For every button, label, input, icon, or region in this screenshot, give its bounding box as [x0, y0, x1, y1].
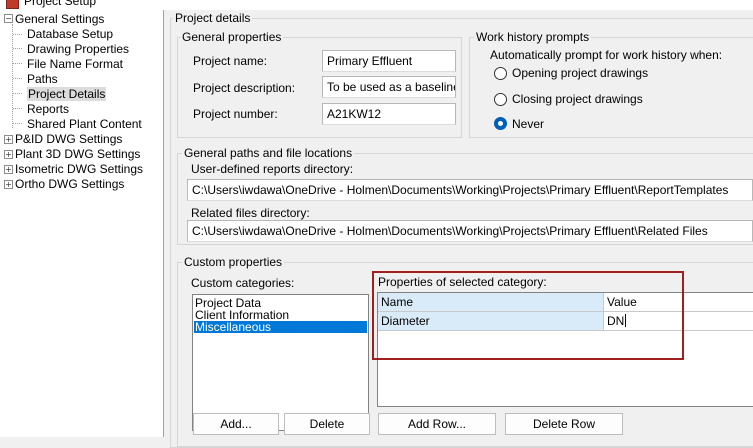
related-files-input[interactable]: C:\Users\iwdawa\OneDrive - Holmen\Docume… — [187, 220, 753, 242]
tree-guide-line — [13, 34, 22, 35]
radio-closing-drawings[interactable] — [494, 93, 507, 106]
tree-item-drawing-properties[interactable]: Drawing Properties — [27, 42, 129, 56]
custom-categories-list[interactable]: Project Data Client Information Miscella… — [192, 294, 369, 431]
collapse-icon[interactable]: − — [4, 14, 13, 23]
add-row-button[interactable]: Add Row... — [378, 413, 496, 435]
radio-opening-drawings-label[interactable]: Opening project drawings — [512, 66, 648, 80]
tree-guide-line — [13, 108, 22, 109]
reports-directory-input[interactable]: C:\Users\iwdawa\OneDrive - Holmen\Docume… — [187, 179, 753, 201]
tree-guide-line — [13, 78, 22, 79]
project-details-title: Project details — [173, 11, 253, 25]
work-history-prompt-label: Automatically prompt for work history wh… — [490, 48, 723, 62]
tree-item-pid-dwg-settings[interactable]: P&ID DWG Settings — [15, 132, 122, 146]
tree-item-shared-plant-content[interactable]: Shared Plant Content — [27, 117, 142, 131]
tree-guide-line — [13, 48, 22, 49]
tree-guide-line — [13, 123, 22, 124]
radio-closing-drawings-label[interactable]: Closing project drawings — [512, 92, 643, 106]
general-properties-title: General properties — [180, 30, 284, 44]
radio-never-label[interactable]: Never — [512, 117, 544, 131]
window-title: Project Setup — [24, 0, 97, 8]
add-category-button[interactable]: Add... — [193, 413, 279, 435]
reports-directory-label: User-defined reports directory: — [191, 162, 354, 176]
expand-icon[interactable]: + — [4, 135, 13, 144]
highlight-box — [372, 271, 684, 360]
app-icon — [6, 0, 19, 9]
delete-category-button[interactable]: Delete — [284, 413, 370, 435]
tree-item-database-setup[interactable]: Database Setup — [27, 27, 113, 41]
title-bar: Project Setup — [0, 0, 753, 10]
work-history-title: Work history prompts — [474, 30, 592, 44]
tree-guide-line — [13, 63, 22, 64]
radio-opening-drawings[interactable] — [494, 67, 507, 80]
related-files-label: Related files directory: — [191, 206, 310, 220]
tree-item-isometric-dwg-settings[interactable]: Isometric DWG Settings — [15, 162, 143, 176]
list-item[interactable]: Miscellaneous — [194, 321, 367, 333]
delete-row-button[interactable]: Delete Row — [505, 413, 623, 435]
expand-icon[interactable]: + — [4, 165, 13, 174]
custom-properties-title: Custom properties — [182, 255, 285, 269]
paths-title: General paths and file locations — [182, 146, 355, 160]
radio-never[interactable] — [494, 117, 507, 130]
project-description-input[interactable]: To be used as a baseline — [322, 76, 456, 98]
custom-categories-label: Custom categories: — [191, 276, 295, 290]
tree-item-plant-3d-dwg-settings[interactable]: Plant 3D DWG Settings — [15, 147, 140, 161]
tree-item-reports[interactable]: Reports — [27, 102, 69, 116]
tree-item-project-details[interactable]: Project Details — [27, 87, 107, 101]
settings-tree[interactable]: − General Settings Database Setup Drawin… — [0, 10, 164, 437]
expand-icon[interactable]: + — [4, 150, 13, 159]
project-description-label: Project description: — [193, 81, 296, 95]
tree-item-paths[interactable]: Paths — [27, 72, 58, 86]
project-number-input[interactable]: A21KW12 — [322, 103, 456, 125]
tree-guide-line — [13, 93, 22, 94]
project-name-label: Project name: — [193, 54, 268, 68]
project-name-input[interactable]: Primary Effluent — [322, 50, 456, 72]
tree-guide-line — [12, 24, 13, 128]
tree-item-ortho-dwg-settings[interactable]: Ortho DWG Settings — [15, 177, 124, 191]
tree-item-file-name-format[interactable]: File Name Format — [27, 57, 123, 71]
tree-item-general-settings[interactable]: General Settings — [15, 12, 104, 26]
expand-icon[interactable]: + — [4, 180, 13, 189]
project-number-label: Project number: — [193, 107, 278, 121]
